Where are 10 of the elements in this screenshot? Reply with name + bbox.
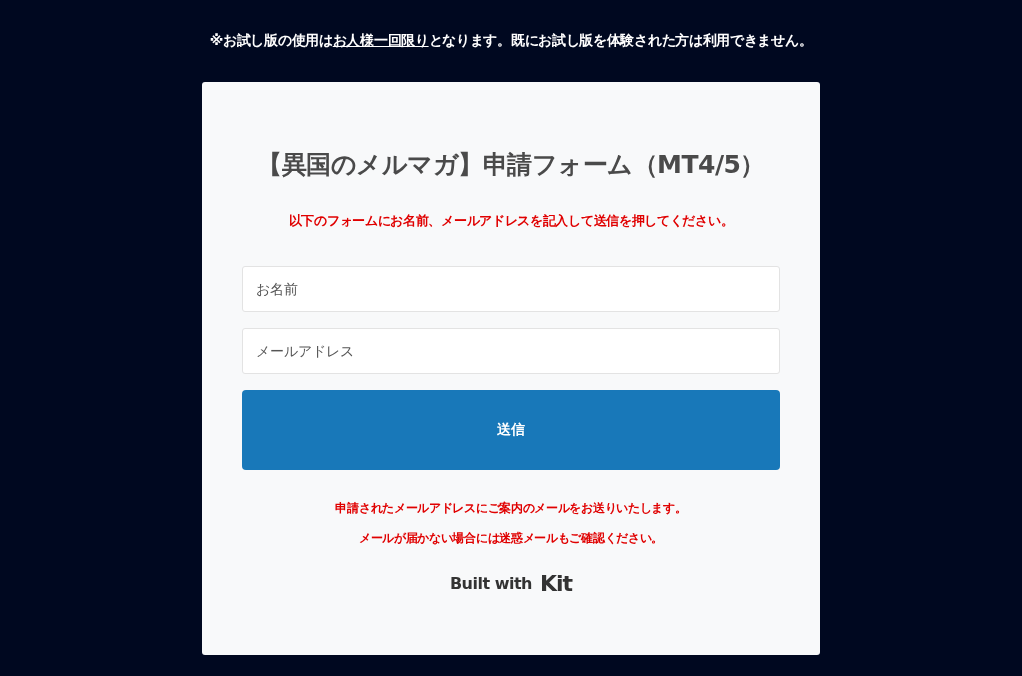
form-title: 【異国のメルマガ】申請フォーム（MT4/5） (256, 149, 766, 181)
notice-link[interactable]: お人様一回限り (332, 32, 429, 48)
submit-button[interactable]: 送信 (242, 390, 780, 470)
instruction-text: 以下のフォームにお名前、メールアドレスを記入して送信を押してください。 (287, 213, 735, 230)
input-field[interactable]: お名前 (242, 266, 780, 312)
built-with-link[interactable]: Built with Kit (449, 571, 573, 596)
notice-text: ※お試し版の使用はお人様一回限り となります。既にお試し版を体験された方は利用できません。 (209, 32, 813, 50)
note-text: メールが届かない場合には迷惑メールもご確認ください。 (357, 530, 665, 547)
note-text: 申請されたメールアドレスにご案内のメールをお送りいたします。 (334, 500, 688, 517)
input-field[interactable]: メールアドレス (242, 328, 780, 374)
